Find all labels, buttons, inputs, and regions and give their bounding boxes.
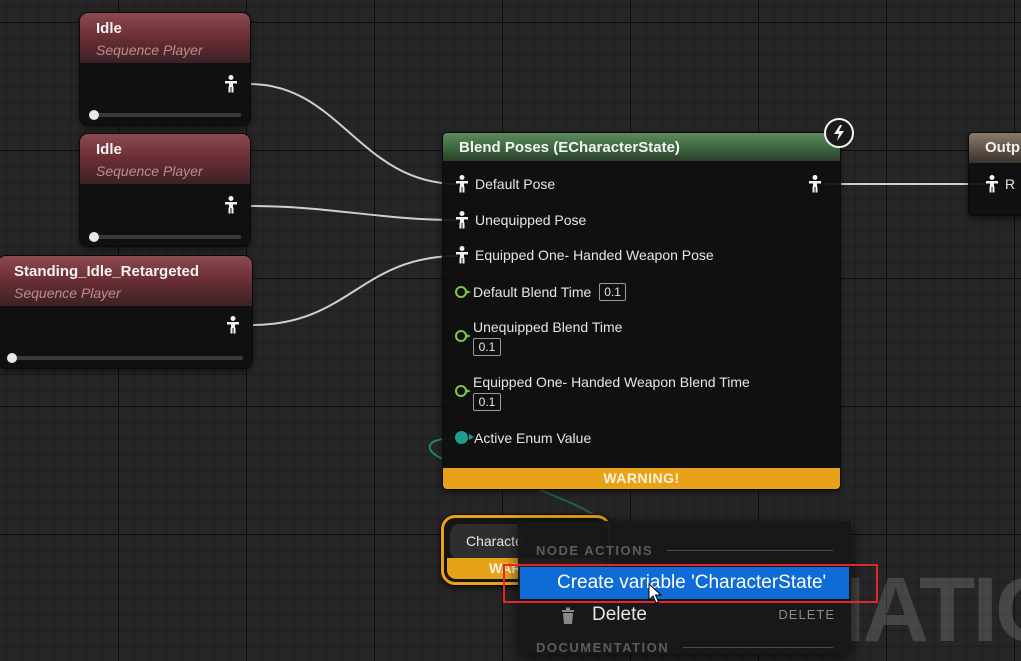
output-pose-node[interactable]: Outp R: [969, 133, 1021, 215]
pin-unequipped-blend-time[interactable]: Unequipped Blend Time 0.1: [455, 318, 622, 356]
delete-label: Delete: [592, 604, 647, 625]
sequence-player-node-idle-2[interactable]: Idle Sequence Player: [80, 134, 250, 246]
enum-pin-icon[interactable]: [455, 431, 474, 444]
pose-pin-icon[interactable]: [455, 246, 469, 264]
delete-menu-item[interactable]: Delete DELETE: [520, 599, 849, 631]
pin-equipped-pose[interactable]: Equipped One- Handed Weapon Pose: [455, 246, 714, 264]
wire-idle2-to-unequipped-pose: [249, 205, 459, 221]
pose-pin-icon[interactable]: [455, 175, 469, 193]
menu-section-label: DOCUMENTATION: [536, 640, 670, 655]
scrubber-knob[interactable]: [89, 110, 99, 120]
pin-unequipped-pose[interactable]: Unequipped Pose: [455, 211, 586, 229]
pin-default-pose[interactable]: Default Pose: [455, 175, 555, 193]
pin-label-group: Unequipped Blend Time 0.1: [473, 318, 622, 356]
sequence-player-header: Idle Sequence Player: [80, 13, 250, 63]
pin-result[interactable]: R: [985, 175, 1015, 193]
exec-pin-icon[interactable]: [455, 330, 471, 342]
blend-node-title: Blend Poses (ECharacterState): [443, 133, 840, 161]
menu-divider: [683, 647, 833, 648]
sequence-player-subtitle: Sequence Player: [96, 42, 203, 58]
sequence-player-header: Standing_Idle_Retargeted Sequence Player: [0, 256, 252, 306]
playback-scrubber[interactable]: [89, 232, 241, 242]
pose-output-pin-icon[interactable]: [808, 175, 822, 193]
blend-node-warning: WARNING!: [443, 468, 840, 489]
mouse-cursor-icon: [648, 583, 662, 604]
delete-shortcut: DELETE: [778, 607, 835, 622]
playback-scrubber[interactable]: [89, 110, 241, 120]
wire-idle1-to-default-pose: [249, 83, 459, 185]
default-blend-time-input[interactable]: 0.1: [599, 283, 626, 301]
playback-scrubber[interactable]: [7, 353, 243, 363]
equipped-blend-time-input[interactable]: 0.1: [473, 393, 501, 411]
sequence-player-subtitle: Sequence Player: [96, 163, 203, 179]
pin-label: Equipped One- Handed Weapon Blend Time: [473, 374, 750, 390]
menu-section-node-actions: NODE ACTIONS: [536, 543, 833, 558]
annotation-highlight-box: [503, 564, 878, 603]
sequence-player-header: Idle Sequence Player: [80, 134, 250, 184]
unequipped-blend-time-input[interactable]: 0.1: [473, 338, 501, 356]
scrubber-knob[interactable]: [7, 353, 17, 363]
trash-icon: [562, 607, 574, 624]
pin-label-group: Equipped One- Handed Weapon Blend Time 0…: [473, 373, 750, 411]
scrubber-knob[interactable]: [89, 232, 99, 242]
sequence-player-node-standing-idle[interactable]: Standing_Idle_Retargeted Sequence Player: [0, 256, 252, 368]
pin-label: R: [1005, 176, 1016, 192]
pin-label: Equipped One- Handed Weapon Pose: [475, 247, 714, 263]
pin-label: Unequipped Pose: [475, 212, 587, 228]
menu-section-label: NODE ACTIONS: [536, 543, 654, 558]
blend-poses-node[interactable]: Blend Poses (ECharacterState) Default Po…: [443, 133, 840, 489]
pose-pin-icon[interactable]: [455, 211, 469, 229]
pin-label: Default Pose: [475, 176, 556, 192]
sequence-player-node-idle-1[interactable]: Idle Sequence Player: [80, 13, 250, 125]
menu-section-documentation: DOCUMENTATION: [536, 640, 833, 655]
pose-pin-icon[interactable]: [985, 175, 999, 193]
pin-equipped-blend-time[interactable]: Equipped One- Handed Weapon Blend Time 0…: [455, 373, 750, 411]
pin-label: Unequipped Blend Time: [473, 319, 623, 335]
pin-active-enum-value[interactable]: Active Enum Value: [455, 429, 591, 447]
output-node-title: Outp: [969, 133, 1021, 163]
sequence-player-title: Idle: [96, 20, 122, 37]
pose-pin-icon[interactable]: [224, 196, 238, 214]
pose-pin-icon[interactable]: [226, 316, 240, 334]
sequence-player-title: Idle: [96, 141, 122, 158]
menu-divider: [667, 550, 833, 551]
pin-label: Default Blend Time: [473, 284, 592, 300]
sequence-player-subtitle: Sequence Player: [14, 285, 121, 301]
exec-pin-icon[interactable]: [455, 385, 471, 397]
wire-standing-to-equipped-pose: [251, 255, 459, 326]
exec-pin-icon[interactable]: [455, 286, 471, 298]
lightning-icon: [824, 118, 854, 148]
pose-pin-icon[interactable]: [224, 75, 238, 93]
pin-default-blend-time[interactable]: Default Blend Time 0.1: [455, 283, 626, 301]
pin-label: Active Enum Value: [474, 430, 592, 446]
sequence-player-title: Standing_Idle_Retargeted: [14, 263, 200, 280]
